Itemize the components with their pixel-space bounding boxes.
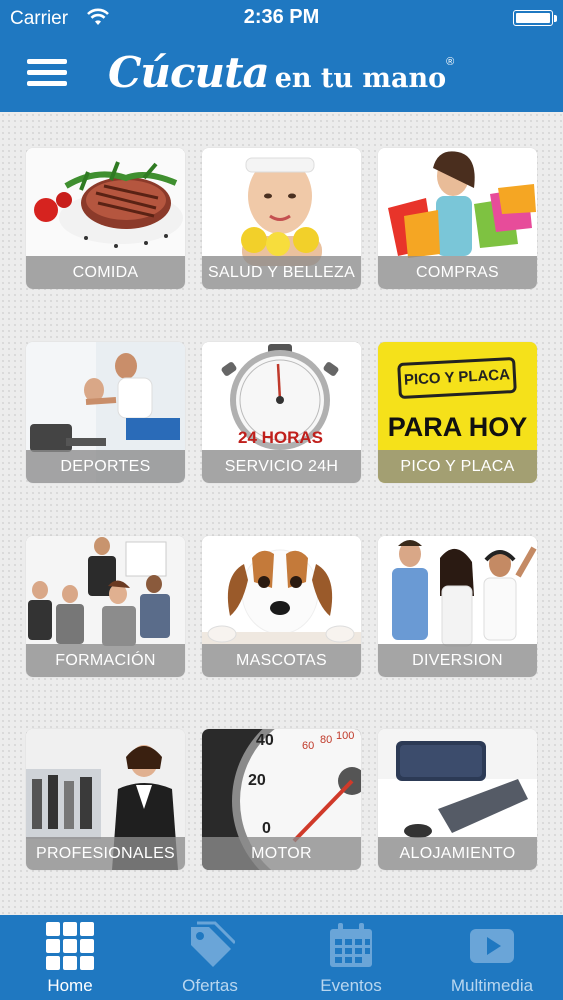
- tile-label: FORMACIÓN: [26, 644, 185, 677]
- svg-text:20: 20: [248, 772, 266, 789]
- clock: 2:36 PM: [243, 6, 320, 28]
- tile-label: COMPRAS: [378, 256, 537, 289]
- category-tile-mascotas[interactable]: MASCOTAS: [202, 536, 361, 677]
- tile-label: MOTOR: [202, 837, 361, 870]
- registered-mark: ®: [446, 56, 455, 68]
- app-header: Carrier 2:36 PM Cúcuta en tu mano®: [0, 0, 563, 112]
- app-logo: Cúcuta en tu mano®: [108, 48, 454, 104]
- svg-text:60: 60: [302, 740, 314, 752]
- battery-icon: [513, 10, 553, 26]
- tile-label: COMIDA: [26, 256, 185, 289]
- logo-text: en tu mano: [274, 63, 447, 94]
- logo-script: Cúcuta: [108, 48, 270, 97]
- tab-home[interactable]: Home: [0, 915, 140, 1000]
- svg-text:80: 80: [320, 734, 332, 746]
- battery-tip: [554, 15, 557, 22]
- calendar-icon: [330, 923, 372, 967]
- category-tile-profesionales[interactable]: PROFESIONALES: [26, 729, 185, 870]
- category-tile-deportes[interactable]: DEPORTES: [26, 342, 185, 483]
- tab-multimedia[interactable]: Multimedia: [422, 915, 562, 1000]
- svg-text:40: 40: [256, 732, 274, 749]
- 24-horas-badge: 24 HORAS: [238, 428, 324, 447]
- tab-label: Ofertas: [182, 976, 238, 995]
- tab-ofertas[interactable]: Ofertas: [140, 915, 280, 1000]
- svg-text:0: 0: [262, 820, 271, 837]
- grid-icon: [46, 922, 94, 970]
- category-tile-motor[interactable]: 40 20 0 60 80 100 MOTOR: [202, 729, 361, 870]
- tab-eventos[interactable]: Eventos: [281, 915, 421, 1000]
- hamburger-menu-icon[interactable]: [27, 57, 67, 89]
- category-tile-compras[interactable]: COMPRAS: [378, 148, 537, 289]
- category-tile-pico-y-placa[interactable]: PICO Y PLACA PARA HOY PICO Y PLACA: [378, 342, 537, 483]
- play-icon: [470, 929, 514, 963]
- tab-label: Eventos: [320, 976, 382, 995]
- category-tile-servicio-24h[interactable]: 24 HORAS SERVICIO 24H: [202, 342, 361, 483]
- tab-label: Home: [47, 976, 93, 995]
- tile-label: MASCOTAS: [202, 644, 361, 677]
- tile-label: DIVERSION: [378, 644, 537, 677]
- sign-top-text: PICO Y PLACA: [403, 366, 511, 389]
- tag-icon: [191, 921, 235, 967]
- category-tile-alojamiento[interactable]: ALOJAMIENTO: [378, 729, 537, 870]
- tab-bar: Home Ofertas Eventos Multimedia: [0, 915, 563, 1000]
- status-bar: Carrier 2:36 PM: [0, 0, 563, 38]
- tile-label: DEPORTES: [26, 450, 185, 483]
- tile-label: PROFESIONALES: [26, 837, 185, 870]
- tab-label: Multimedia: [450, 976, 534, 995]
- tile-label: ALOJAMIENTO: [378, 837, 537, 870]
- category-grid: COMIDA SALUD Y BELLEZA COMPRAS DEPORTES …: [0, 112, 563, 915]
- tile-label: PICO Y PLACA: [378, 450, 537, 483]
- category-tile-comida[interactable]: COMIDA: [26, 148, 185, 289]
- pico-placa-sign: PICO Y PLACA: [397, 356, 517, 400]
- para-hoy-text: PARA HOY: [387, 412, 528, 442]
- svg-text:100: 100: [336, 730, 354, 742]
- tile-label: SALUD Y BELLEZA: [202, 256, 361, 289]
- category-tile-diversion[interactable]: DIVERSION: [378, 536, 537, 677]
- tile-label: SERVICIO 24H: [202, 450, 361, 483]
- category-tile-salud-y-belleza[interactable]: SALUD Y BELLEZA: [202, 148, 361, 289]
- category-tile-formacion[interactable]: FORMACIÓN: [26, 536, 185, 677]
